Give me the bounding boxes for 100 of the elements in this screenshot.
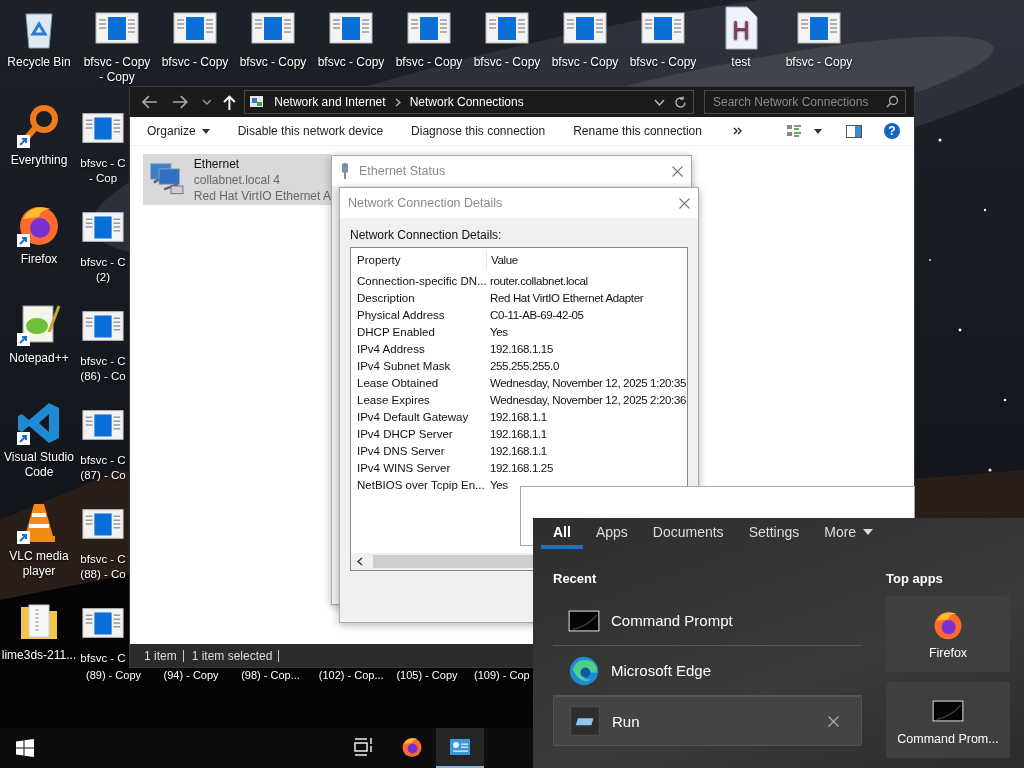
value-cell-text: Yes xyxy=(489,325,508,338)
forward-icon[interactable] xyxy=(171,95,188,109)
desktop-item[interactable]: bfsvc - Copy xyxy=(625,4,701,70)
desktop-item[interactable]: (109) - Cop xyxy=(474,668,530,683)
desktop-item[interactable]: bfsvc - Copy xyxy=(547,4,623,70)
up-icon[interactable] xyxy=(223,94,237,110)
desktop-item[interactable]: bfsvc - Copy xyxy=(781,4,857,70)
desktop-item[interactable]: Visual Studio Code xyxy=(1,399,77,480)
control-panel-icon xyxy=(249,94,266,110)
preview-pane-icon[interactable] xyxy=(846,124,862,138)
value-cell-text: Yes xyxy=(489,478,508,491)
app-tile[interactable]: Command Prom... xyxy=(886,682,1010,758)
column-header[interactable]: Value xyxy=(487,251,518,269)
desktop-item[interactable]: H test xyxy=(703,4,779,70)
desktop-item[interactable]: bfsvc - Copy xyxy=(313,4,389,70)
value-cell-text: Red Hat VirtIO Ethernet Adapter xyxy=(489,291,644,304)
desktop-item[interactable]: Notepad++ xyxy=(1,300,77,366)
command-button[interactable]: Organize xyxy=(138,120,219,142)
column-header[interactable]: Property xyxy=(351,251,487,269)
value-cell-text: 192.168.1.1 xyxy=(489,427,547,440)
desktop-item[interactable]: Recycle Bin xyxy=(1,4,77,70)
property-cell-text: IPv4 DHCP Server xyxy=(356,427,454,440)
desktop-item[interactable]: (94) - Copy xyxy=(163,668,219,683)
property-cell-text: Description xyxy=(356,291,416,304)
desktop-item[interactable]: bfsvc - Copy xyxy=(157,4,233,70)
help-icon[interactable]: ? xyxy=(884,123,900,139)
start-icon[interactable] xyxy=(16,739,34,757)
property-cell-text: Physical Address xyxy=(356,308,446,321)
desktop-item[interactable]: bfsvc - C (88) - Co xyxy=(79,501,127,582)
browser-icon xyxy=(400,735,424,759)
breadcrumb-item[interactable]: Network Connections xyxy=(409,95,524,109)
taskbar-button[interactable] xyxy=(436,728,484,768)
run-icon xyxy=(568,704,602,738)
refresh-icon[interactable] xyxy=(674,95,687,109)
value-cell-text: 192.168.1.25 xyxy=(489,461,553,474)
caret-icon xyxy=(201,128,210,134)
property-cell-text: IPv4 DNS Server xyxy=(356,444,446,457)
app-tile[interactable]: Firefox xyxy=(886,596,1010,672)
command-button[interactable]: Diagnose this connection xyxy=(402,120,555,142)
desktop-item[interactable]: bfsvc - C (87) - Co xyxy=(79,402,127,483)
search-icon xyxy=(886,95,899,108)
status-text: 1 item xyxy=(138,649,184,662)
connection-detail: collabnet.local 4 xyxy=(193,171,281,188)
recent-item[interactable]: Run xyxy=(553,696,862,746)
chevron-down-icon[interactable] xyxy=(201,99,212,105)
desktop-item[interactable]: bfsvc - C (86) - Co xyxy=(79,303,127,384)
caret-icon[interactable] xyxy=(814,128,822,134)
desktop-item[interactable]: Everything xyxy=(1,102,77,168)
desktop-item[interactable]: VLC media player xyxy=(1,498,77,579)
breadcrumb-item[interactable]: Network and Internet xyxy=(274,95,386,109)
desktop-item[interactable]: (98) - Cop... xyxy=(241,668,300,683)
section-heading: Recent xyxy=(553,571,598,588)
property-cell-text: IPv4 WINS Server xyxy=(356,461,452,474)
command-button[interactable]: Disable this network device xyxy=(228,120,393,142)
desktop-item[interactable]: bfsvc - C - Cop xyxy=(79,105,127,186)
desktop-item[interactable]: (102) - Cop... xyxy=(318,668,384,683)
window-title: Ethernet Status xyxy=(359,164,446,178)
desktop-item[interactable]: (105) - Copy xyxy=(396,668,458,683)
desktop-item[interactable]: bfsvc - Copy - Copy xyxy=(79,4,155,85)
more-chevron-icon[interactable] xyxy=(732,127,742,135)
property-cell-text: NetBIOS over Tcpip En... xyxy=(356,478,486,491)
address-bar[interactable]: Network and Internet Network Connections xyxy=(244,90,694,114)
dropdown-icon[interactable] xyxy=(654,98,665,106)
tab[interactable]: Documents xyxy=(640,518,736,549)
property-cell-text: IPv4 Default Gateway xyxy=(356,410,470,423)
value-cell-text: Wednesday, November 12, 2025 1:20:35 xyxy=(489,376,687,389)
scroll-left-icon[interactable] xyxy=(357,557,363,566)
value-cell-text: router.collabnet.local xyxy=(489,274,588,287)
value-cell-text: 255.255.255.0 xyxy=(489,359,559,372)
tab[interactable]: More xyxy=(812,518,886,549)
tab[interactable]: All xyxy=(541,518,583,549)
desktop-item[interactable]: Firefox xyxy=(1,201,77,267)
view-options-icon[interactable] xyxy=(786,124,802,138)
value-cell-text: 192.168.1.15 xyxy=(489,342,553,355)
tab[interactable]: Apps xyxy=(583,518,640,549)
property-cell-text: IPv4 Subnet Mask xyxy=(356,359,452,372)
desktop-item[interactable]: bfsvc - Copy xyxy=(391,4,467,70)
back-icon[interactable] xyxy=(142,95,158,109)
close-icon[interactable] xyxy=(679,197,690,209)
desktop-item[interactable]: (89) - Copy xyxy=(86,668,142,683)
connection-item[interactable]: Ethernet collabnet.local 4 Red Hat VirtIO Ethernet A xyxy=(143,154,331,205)
recent-item[interactable]: Command Prompt xyxy=(553,596,862,646)
property-cell-text: Lease Obtained xyxy=(356,376,440,389)
desktop-item[interactable]: bfsvc - Copy xyxy=(469,4,545,70)
search-field[interactable]: Search Network Connections xyxy=(704,90,906,114)
desktop-item[interactable]: bfsvc - C xyxy=(79,600,127,666)
desktop-item[interactable]: lime3ds-211... xyxy=(1,597,77,663)
command-button[interactable]: Rename this connection xyxy=(564,120,711,142)
desktop-item[interactable]: bfsvc - C (2) xyxy=(79,204,127,285)
property-cell-text: DHCP Enabled xyxy=(356,325,436,338)
section-heading: Top apps xyxy=(886,571,944,588)
window-title: Network Connection Details xyxy=(348,196,503,210)
connection-detail: Red Hat VirtIO Ethernet A xyxy=(193,187,331,204)
close-icon[interactable] xyxy=(672,165,683,177)
desktop-item[interactable]: bfsvc - Copy xyxy=(235,4,311,70)
close-icon[interactable] xyxy=(828,715,839,727)
plug-icon xyxy=(340,162,350,180)
breadcrumb-chevron-icon xyxy=(394,97,401,107)
connection-name: Ethernet xyxy=(193,155,241,172)
tab[interactable]: Settings xyxy=(736,518,812,549)
